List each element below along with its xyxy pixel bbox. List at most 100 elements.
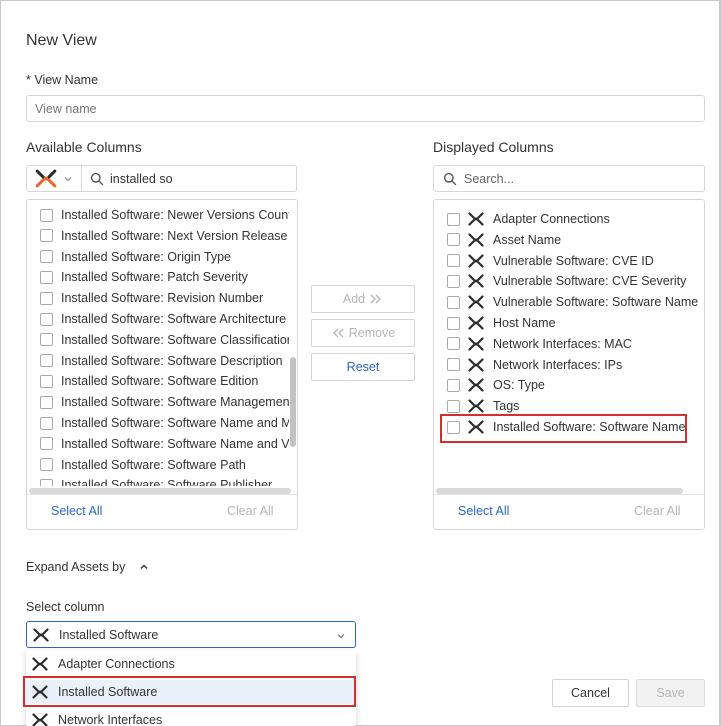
axonius-icon [468, 399, 484, 413]
displayed-column-label: Asset Name [493, 232, 562, 247]
dialog-title: New View [26, 32, 97, 49]
available-column-label: Installed Software: Software Publisher [61, 478, 273, 486]
checkbox[interactable] [40, 208, 53, 222]
displayed-columns-list: Adapter Connections Asset Name Vulnerable … [434, 200, 704, 486]
checkbox[interactable] [40, 374, 53, 388]
adapter-filter-dropdown[interactable] [27, 166, 82, 191]
available-column-item[interactable]: Installed Software: Software Edition [40, 371, 258, 391]
available-column-item[interactable]: Installed Software: Software Publisher [40, 475, 272, 486]
available-columns-title: Available Columns [26, 139, 142, 155]
checkbox[interactable] [40, 291, 53, 305]
checkbox[interactable] [40, 229, 53, 243]
checkbox[interactable] [40, 458, 53, 472]
checkbox[interactable] [40, 312, 53, 326]
displayed-column-item[interactable]: Vulnerable Software: Software Name [447, 292, 698, 312]
remove-button-label: Remove [348, 326, 396, 340]
axonius-icon [468, 378, 484, 392]
available-column-item[interactable]: Installed Software: Software Name and Ma [40, 413, 289, 433]
checkbox[interactable] [40, 354, 53, 368]
available-column-item[interactable]: Installed Software: Next Version Release… [40, 226, 289, 246]
displayed-search-box [433, 165, 705, 192]
checkbox[interactable] [447, 212, 460, 226]
displayed-column-item[interactable]: Network Interfaces: IPs [447, 355, 622, 375]
checkbox[interactable] [447, 254, 460, 268]
axonius-icon [468, 358, 484, 372]
checkbox[interactable] [40, 437, 53, 451]
axonius-icon [468, 254, 484, 268]
displayed-columns-title: Displayed Columns [433, 139, 554, 155]
checkbox[interactable] [447, 337, 460, 351]
displayed-clear-all[interactable]: Clear All [634, 504, 681, 518]
checkbox[interactable] [447, 399, 460, 413]
available-column-item[interactable]: Installed Software: Origin Type [40, 247, 231, 267]
displayed-column-item[interactable]: Network Interfaces: MAC [447, 334, 632, 354]
available-column-label: Installed Software: Software Path [61, 457, 246, 472]
view-name-input[interactable] [26, 95, 705, 122]
checkbox[interactable] [40, 395, 53, 409]
add-button-label: Add [342, 292, 366, 306]
checkbox[interactable] [40, 333, 53, 347]
displayed-select-all[interactable]: Select All [458, 504, 509, 518]
displayed-column-label: Network Interfaces: MAC [493, 336, 632, 351]
checkbox[interactable] [447, 295, 460, 309]
displayed-column-item[interactable]: Asset Name [447, 230, 561, 250]
available-column-item[interactable]: Installed Software: Software Name and Ve [40, 434, 289, 454]
available-column-label: Installed Software: Newer Versions Count [61, 208, 289, 222]
checkbox[interactable] [40, 270, 53, 284]
available-column-item[interactable]: Installed Software: Revision Number [40, 288, 263, 308]
axonius-icon [32, 657, 48, 671]
select-column-dropdown[interactable]: Installed Software [26, 621, 356, 648]
checkbox[interactable] [447, 316, 460, 330]
chevron-up-icon[interactable] [139, 563, 149, 571]
displayed-column-item[interactable]: Host Name [447, 313, 556, 333]
available-scrollbar-vertical[interactable] [290, 357, 296, 447]
available-column-item[interactable]: Installed Software: Patch Severity [40, 267, 248, 287]
checkbox[interactable] [447, 233, 460, 247]
available-column-item[interactable]: Installed Software: Software Architectur… [40, 309, 286, 329]
add-button[interactable]: Add [311, 285, 415, 313]
displayed-column-item[interactable]: Vulnerable Software: CVE ID [447, 251, 654, 271]
displayed-column-item[interactable]: Vulnerable Software: CVE Severity [447, 271, 686, 291]
available-columns-list: Installed Software: Newer Versions Count… [27, 200, 289, 486]
displayed-column-label: Vulnerable Software: CVE Severity [493, 274, 687, 289]
checkbox[interactable] [447, 358, 460, 372]
highlight-displayed-installed-software [440, 414, 687, 443]
remove-button[interactable]: Remove [311, 319, 415, 347]
checkbox[interactable] [40, 250, 53, 264]
displayed-column-item[interactable]: OS: Type [447, 375, 545, 395]
checkbox[interactable] [447, 378, 460, 392]
displayed-column-label: Adapter Connections [493, 212, 610, 226]
available-column-label: Installed Software: Software Architectur… [61, 312, 287, 326]
available-column-item[interactable]: Installed Software: Software Management [40, 392, 289, 412]
available-column-label: Installed Software: Software Classificat… [61, 332, 289, 347]
cancel-button[interactable]: Cancel [552, 679, 629, 707]
available-search-input[interactable] [110, 171, 296, 186]
displayed-column-label: Vulnerable Software: CVE ID [493, 253, 654, 268]
available-column-item[interactable]: Installed Software: Software Classificat… [40, 330, 289, 350]
available-column-item[interactable]: Installed Software: Newer Versions Count [40, 205, 289, 225]
save-button[interactable]: Save [636, 679, 705, 707]
option-adapter-connections[interactable]: Adapter Connections [32, 652, 175, 676]
checkbox[interactable] [40, 478, 53, 486]
available-column-label: Installed Software: Revision Number [61, 291, 264, 306]
highlight-option-installed-software [23, 676, 356, 707]
select-column-label: Select column [26, 600, 105, 614]
available-select-all[interactable]: Select All [51, 504, 102, 518]
available-column-item[interactable]: Installed Software: Software Description [40, 351, 283, 371]
option-network-interfaces[interactable]: Network Interfaces [32, 708, 162, 726]
available-clear-all[interactable]: Clear All [227, 504, 274, 518]
available-column-item[interactable]: Installed Software: Software Path [40, 455, 246, 475]
axonius-icon [468, 316, 484, 330]
displayed-column-item[interactable]: Adapter Connections [447, 209, 610, 229]
displayed-columns-panel: Adapter Connections Asset Name Vulnerable … [433, 199, 705, 530]
reset-button[interactable]: Reset [311, 353, 415, 381]
checkbox[interactable] [40, 416, 53, 430]
checkbox[interactable] [447, 274, 460, 288]
displayed-search-input[interactable] [464, 171, 704, 186]
available-column-label: Installed Software: Software Edition [61, 374, 259, 389]
chevron-down-icon [64, 176, 72, 181]
available-column-label: Installed Software: Next Version Release… [61, 228, 289, 243]
option-label: Adapter Connections [58, 657, 175, 671]
reset-button-label: Reset [346, 360, 380, 374]
axonius-icon [468, 233, 484, 247]
